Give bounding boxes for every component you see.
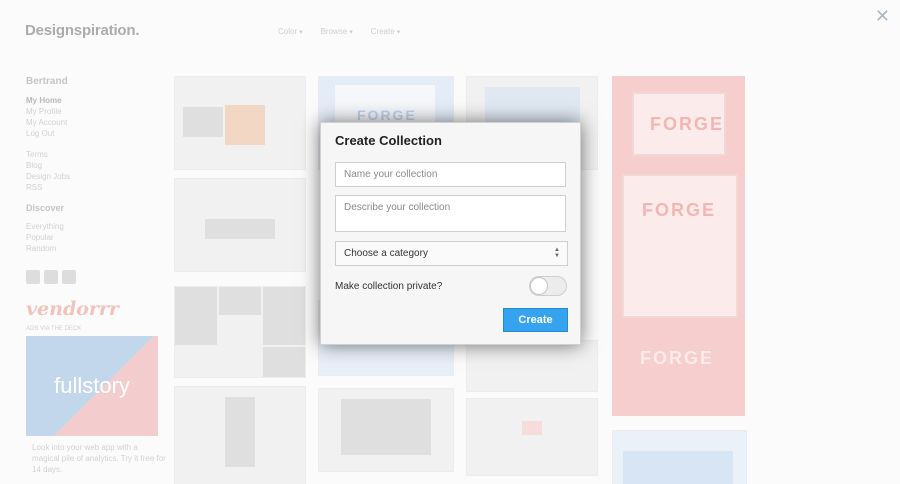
create-button[interactable]: Create <box>503 308 568 332</box>
category-select-value: Choose a category <box>344 248 428 259</box>
modal-title: Create Collection <box>335 133 442 148</box>
collection-description-input[interactable]: Describe your collection <box>335 195 566 232</box>
select-arrows-icon: ▲ ▼ <box>554 247 560 259</box>
create-collection-modal: Create Collection Name your collection D… <box>320 122 581 345</box>
private-toggle[interactable] <box>529 276 567 296</box>
toggle-knob <box>530 277 548 295</box>
collection-name-input[interactable]: Name your collection <box>335 162 566 187</box>
private-label: Make collection private? <box>335 281 443 292</box>
category-select[interactable]: Choose a category ▲ ▼ <box>335 241 568 266</box>
